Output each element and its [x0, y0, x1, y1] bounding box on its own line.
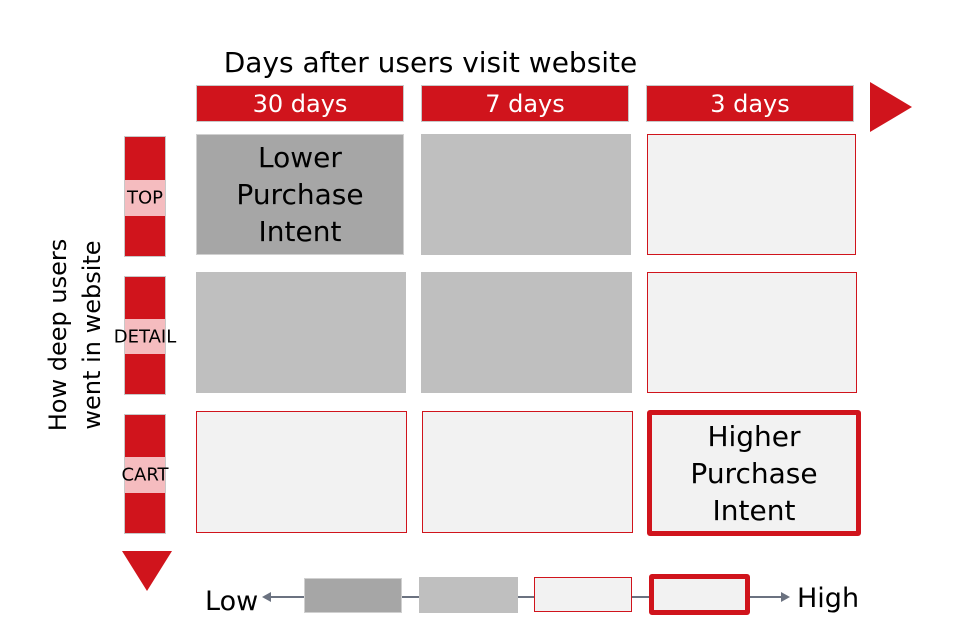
cell-text: Intent — [712, 493, 796, 527]
column-header-30-days: 30 days — [196, 85, 404, 122]
legend-swatch-dark — [304, 578, 402, 613]
cell-cart-7-days — [422, 411, 633, 533]
right-arrow-icon — [870, 82, 912, 132]
row-label-cart: CART — [121, 464, 169, 486]
cell-text: Purchase — [690, 456, 818, 490]
down-arrow-icon — [122, 551, 172, 591]
right-arrowhead-icon — [781, 592, 790, 602]
row-bar-cart: CART — [121, 414, 169, 534]
y-axis-title: How deep users went in website — [41, 215, 109, 455]
cell-text: Lower — [258, 141, 342, 174]
purchase-intent-diagram: Days after users visit website 30 days 7… — [0, 0, 961, 640]
cell-text: Higher — [707, 419, 801, 453]
cell-detail-3-days — [647, 272, 857, 393]
row-bar-detail: DETAIL — [114, 276, 176, 395]
cell-top-3-days — [647, 134, 856, 255]
y-axis-title-line-2: went in website — [78, 240, 106, 430]
column-header-7-days: 7 days — [421, 85, 629, 122]
legend-swatch-thick — [649, 574, 750, 615]
cell-text: Purchase — [236, 178, 364, 211]
legend-swatch-mid — [419, 577, 518, 613]
cell-cart-30-days — [196, 411, 407, 533]
cell-cart-3-days: Higher Purchase Intent — [647, 410, 861, 536]
legend-swatch-light — [534, 577, 632, 612]
row-bar-top: TOP — [124, 136, 166, 257]
cell-text: Intent — [258, 215, 342, 248]
legend-high-label: High — [797, 583, 860, 614]
cell-detail-7-days — [421, 272, 632, 393]
y-axis-title-line-1: How deep users — [44, 238, 72, 432]
x-axis-title: Days after users visit website — [223, 46, 638, 79]
column-header-3-days: 3 days — [646, 85, 854, 122]
left-arrowhead-icon — [262, 592, 271, 602]
row-label-top: TOP — [126, 187, 164, 209]
cell-top-30-days: Lower Purchase Intent — [196, 134, 404, 255]
cell-detail-30-days — [196, 272, 406, 393]
cell-top-7-days — [421, 134, 631, 255]
legend-low-label: Low — [205, 586, 259, 617]
row-label-detail: DETAIL — [113, 326, 177, 348]
